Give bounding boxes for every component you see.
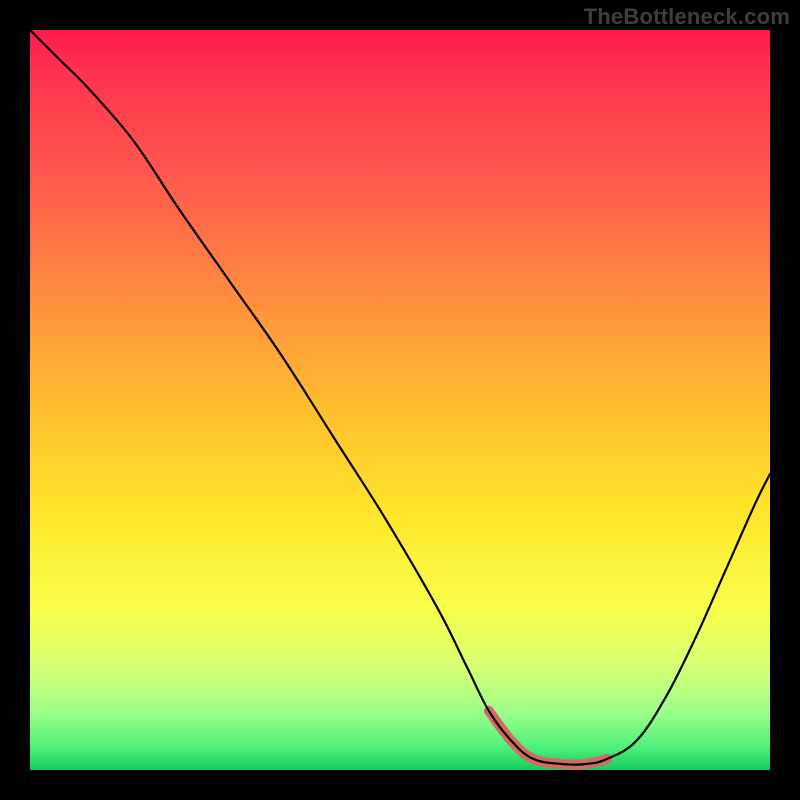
curve-svg: [30, 30, 770, 770]
bottleneck-curve: [30, 30, 770, 765]
plot-area: [30, 30, 770, 770]
highlight-segment: [489, 711, 607, 765]
chart-frame: TheBottleneck.com: [0, 0, 800, 800]
watermark-text: TheBottleneck.com: [584, 4, 790, 30]
